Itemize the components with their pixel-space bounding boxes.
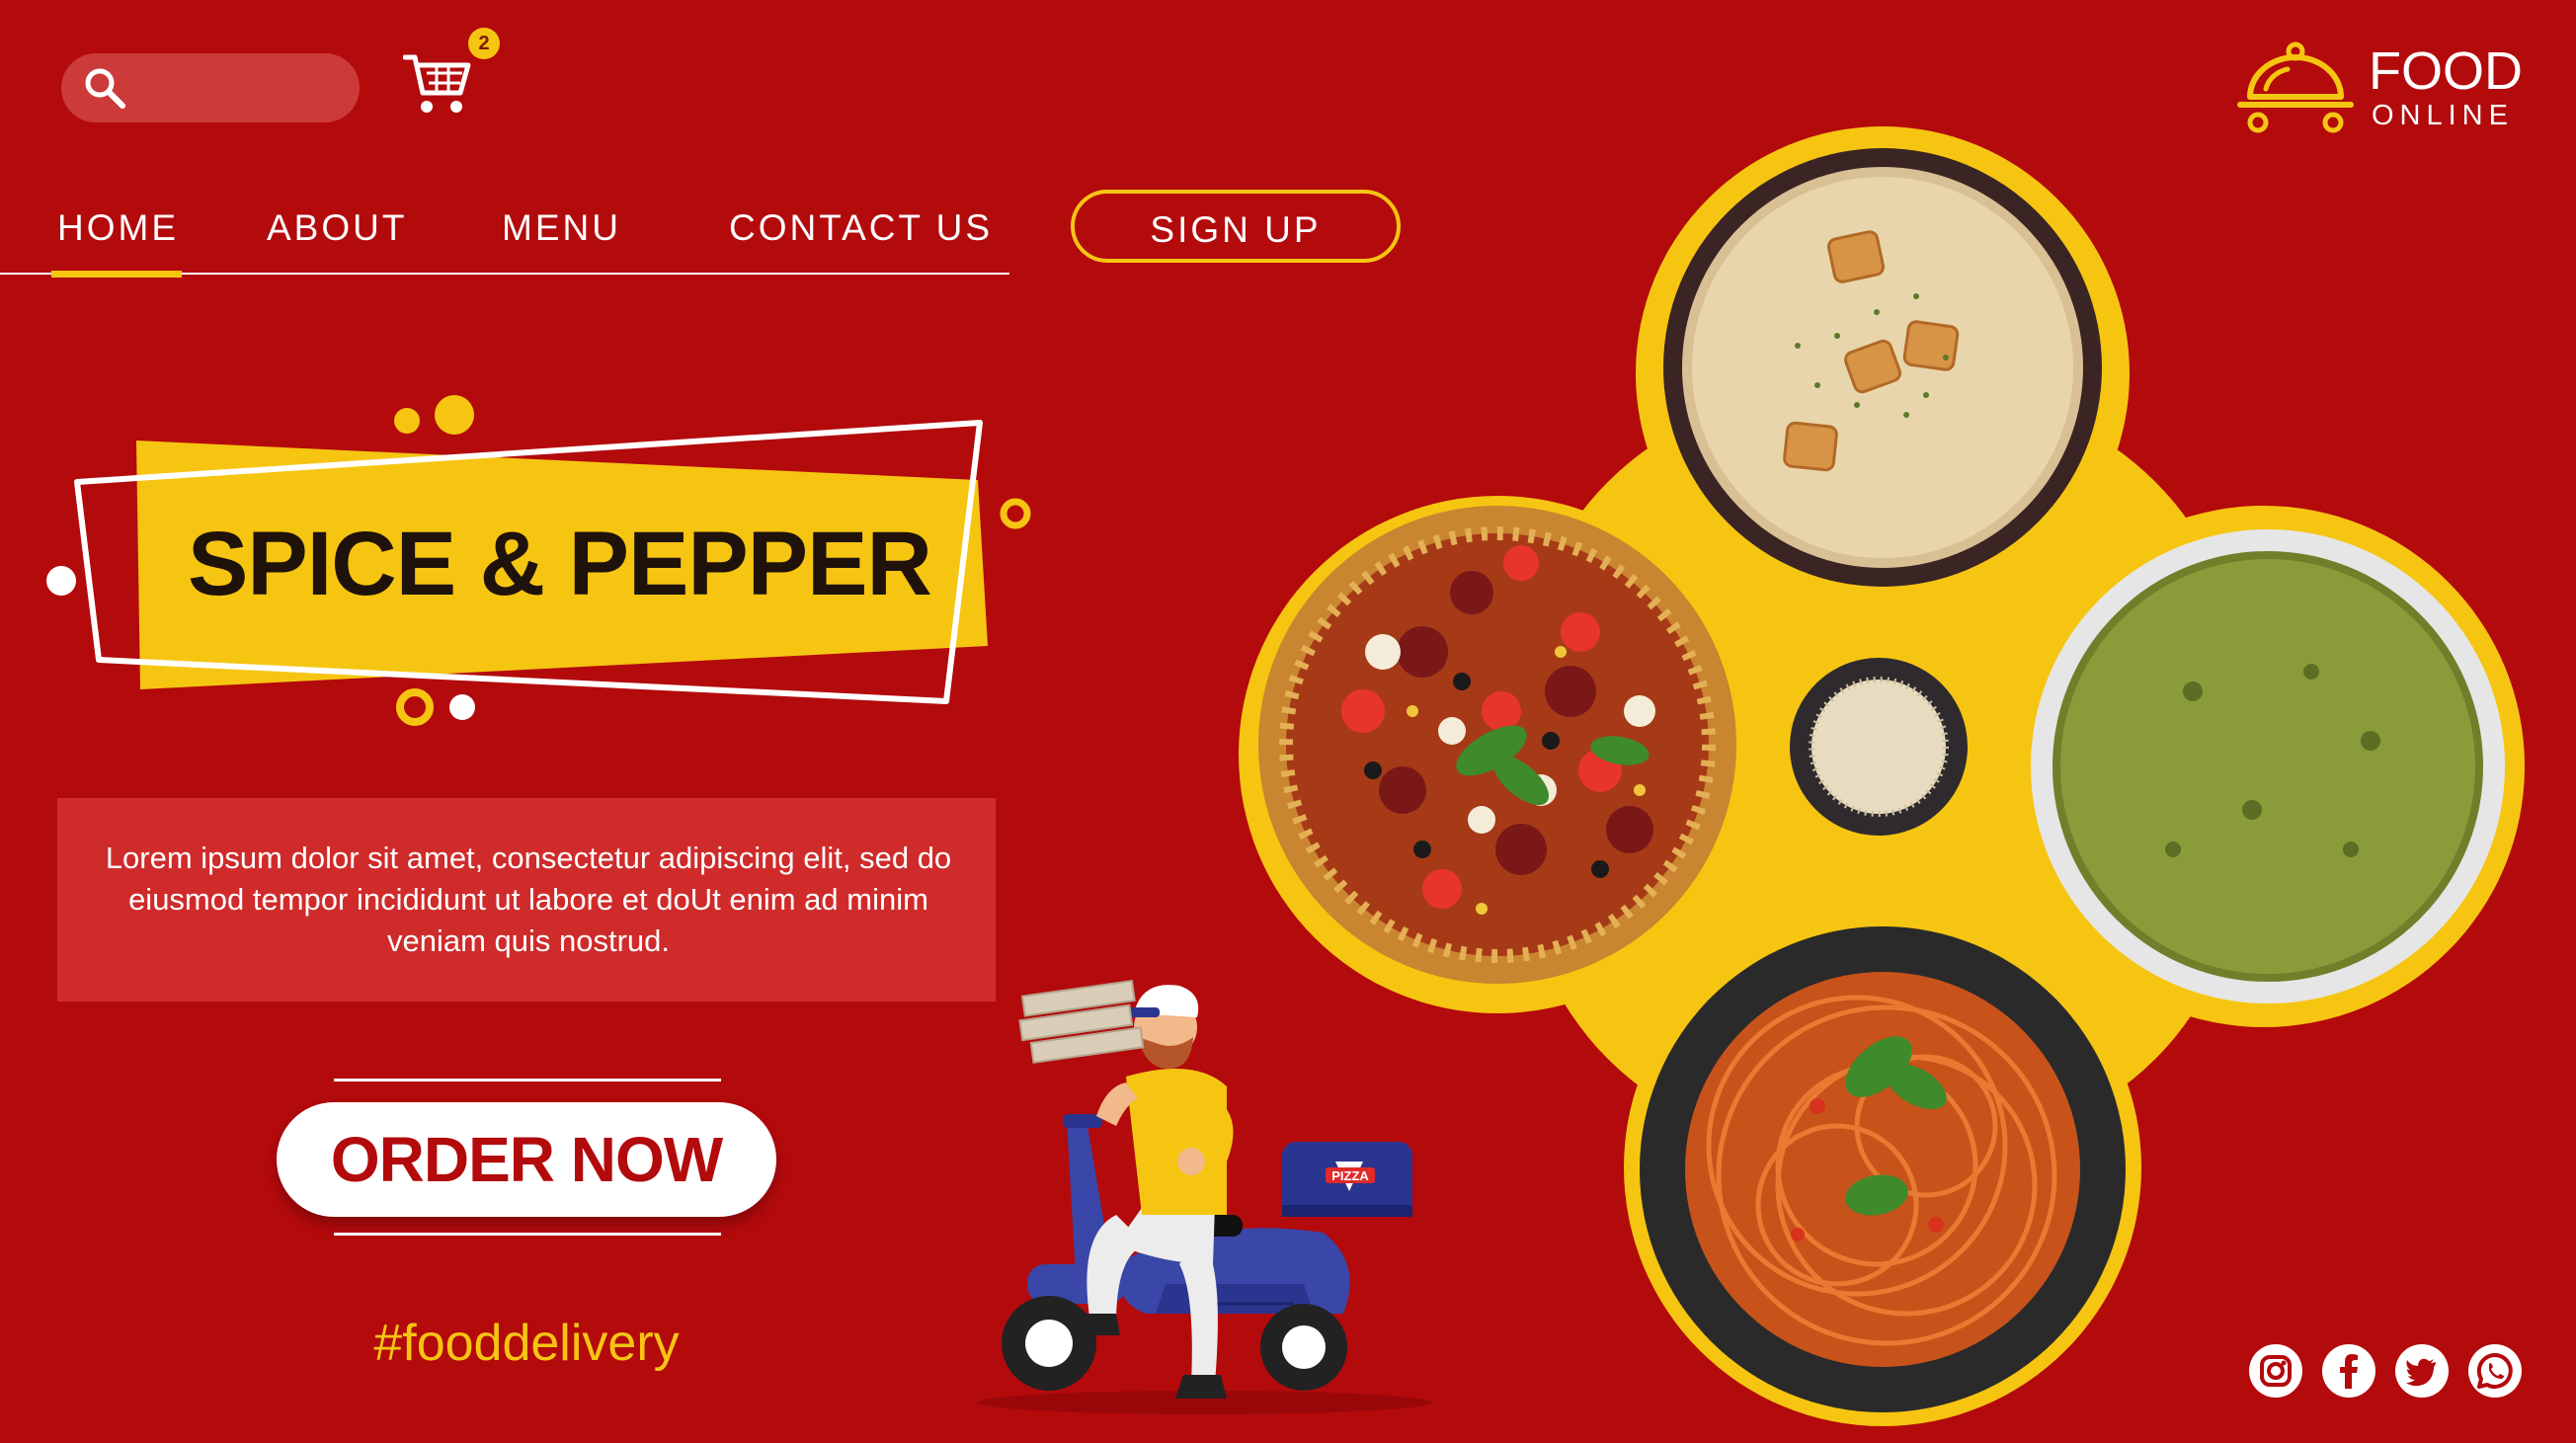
sesame-bowl xyxy=(1790,658,1968,836)
hero-title: SPICE & PEPPER xyxy=(188,514,932,614)
logo-title: FOOD xyxy=(2369,41,2523,101)
cart-count-badge: 2 xyxy=(468,28,500,59)
hero-description: Lorem ipsum dolor sit amet, consectetur … xyxy=(105,841,952,958)
nav-active-indicator xyxy=(51,271,182,278)
nav-home[interactable]: HOME xyxy=(57,203,179,253)
spaghetti-plate xyxy=(1640,926,2126,1412)
nav-about[interactable]: ABOUT xyxy=(267,203,407,253)
pizza-dish xyxy=(1258,506,1736,984)
nav-contact-us[interactable]: CONTACT US xyxy=(729,203,993,253)
twitter-icon[interactable] xyxy=(2394,1343,2450,1399)
cart-icon[interactable] xyxy=(403,51,472,117)
cream-soup-bowl xyxy=(1663,148,2102,587)
green-soup-bowl xyxy=(2031,529,2505,1003)
order-divider-top xyxy=(334,1079,721,1082)
nav-menu[interactable]: MENU xyxy=(502,203,621,253)
hashtag-text: #fooddelivery xyxy=(373,1315,680,1372)
food-dishes-illustration xyxy=(1239,126,2525,1426)
search-icon[interactable] xyxy=(83,66,126,110)
search-input[interactable] xyxy=(138,57,350,120)
landing-page: 2 FOOD ONLINE HOME ABOUT MENU CONTACT US… xyxy=(0,0,2576,1443)
instagram-icon[interactable] xyxy=(2248,1343,2303,1399)
order-now-button[interactable]: ORDER NOW xyxy=(277,1102,776,1217)
whatsapp-icon[interactable] xyxy=(2467,1343,2523,1399)
facebook-icon[interactable] xyxy=(2321,1343,2376,1399)
order-divider-bottom xyxy=(334,1233,721,1236)
